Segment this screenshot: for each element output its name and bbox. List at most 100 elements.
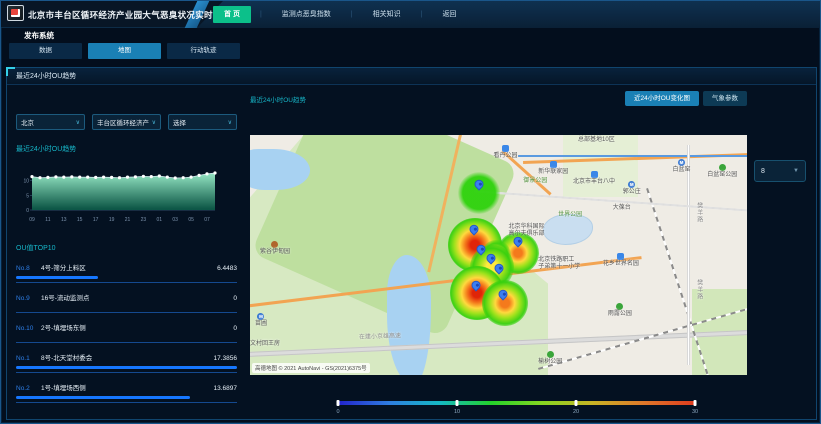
map-panel-header: 最近24小时OU趋势 近24小时OU变化图气象参数 <box>250 91 813 106</box>
top-header: 北京市丰台区循环经济产业园大气恶臭状况实时 首 页 | 监测点恶臭指数 | 相关知识 | 返… <box>1 1 820 28</box>
panel-title: 最近24小时OU趋势 <box>16 71 76 81</box>
app-logo-icon <box>11 9 20 17</box>
map-label: 樊羊路 <box>695 202 702 223</box>
map-poi-icon <box>502 145 509 152</box>
publish-tab-2[interactable]: 地图 <box>88 43 161 59</box>
top-list-divider <box>16 312 237 313</box>
top-list-name: 16号-流动监测点 <box>41 292 233 302</box>
map-poi-icon <box>591 171 598 178</box>
map-label: 大葆台 <box>613 205 631 212</box>
map-canvas[interactable]: 高德地图 © 2021 AutoNavi - GS(2021)6375号 看丹公… <box>250 135 747 375</box>
map-label-text: 苗圃 <box>255 321 267 328</box>
hour-select[interactable]: 8 ▼ <box>754 160 806 182</box>
top-list-item[interactable]: No.18号-北天堂村委会17.3856 <box>16 352 237 373</box>
svg-text:03: 03 <box>172 217 178 223</box>
top-list-item[interactable]: No.84号-筛分上料区6.4483 <box>16 262 237 283</box>
publish-tab-3[interactable]: 行动轨迹 <box>167 43 240 59</box>
map-label-text: 紫谷伊甸园 <box>260 249 290 256</box>
nav-separator: | <box>260 11 262 18</box>
color-scale-tick <box>575 400 578 406</box>
top-list-bar-spacer <box>16 332 237 339</box>
top-list-divider <box>16 342 237 343</box>
map-label-text: 世界公园 <box>558 212 582 218</box>
filter-select-1[interactable]: 北京∨ <box>16 114 85 130</box>
map-poi-icon <box>271 241 278 248</box>
map-view-buttons: 近24小时OU变化图气象参数 <box>625 91 813 106</box>
main-panel: 最近24小时OU趋势 北京∨丰台区循环经济产∨选择∨ 最近24小时OU趋势 05… <box>6 67 817 420</box>
hour-select-value: 8 <box>761 168 765 175</box>
map-label: 北京华科国际 高尔夫俱乐部 <box>508 224 544 238</box>
map-label: 文村回王房 <box>250 341 280 348</box>
map-world-park-pond <box>543 214 593 245</box>
nav-separator: | <box>421 11 423 18</box>
chevron-down-icon: ∨ <box>152 119 156 126</box>
left-sidebar: 北京∨丰台区循环经济产∨选择∨ 最近24小时OU趋势 0510091113151… <box>16 92 237 403</box>
ou-color-scale: 0102030 <box>338 401 695 417</box>
nav-separator: | <box>351 11 353 18</box>
map-label: 北京铁路职工 子弟第十一小学 <box>538 257 580 271</box>
color-scale-tick-label: 30 <box>692 409 698 415</box>
svg-text:01: 01 <box>157 217 163 223</box>
svg-text:21: 21 <box>125 217 131 223</box>
top-list-bar <box>16 276 98 279</box>
map-view-button-2[interactable]: 气象参数 <box>703 91 747 106</box>
top-list-value: 17.3856 <box>214 355 238 362</box>
map-label-text: 在建小京雄高速 <box>359 333 401 340</box>
main-nav: 首 页 | 监测点恶臭指数 | 相关知识 | 返回 <box>213 6 467 23</box>
map-label: M苗圃 <box>255 313 267 328</box>
top-list-value: 0 <box>233 295 237 302</box>
publish-system-label: 发布系统 <box>24 30 54 41</box>
top-list-divider <box>16 282 237 283</box>
map-label-text: 北京铁路职工 子弟第十一小学 <box>538 257 580 270</box>
map-label: 樊羊路 <box>695 279 702 300</box>
top-list-divider <box>16 372 237 373</box>
map-label-text: 樊羊路 <box>696 279 702 300</box>
top-list-name: 1号-填埋场西侧 <box>41 382 214 392</box>
svg-text:19: 19 <box>109 217 115 223</box>
ou-top-list: No.84号-筛分上料区6.4483 No.916号-流动监测点0 No.102号-… <box>16 262 237 403</box>
top-list-item[interactable]: No.102号-填埋场东侧0 <box>16 322 237 343</box>
top-list-rank: No.1 <box>16 355 41 362</box>
top-list-item[interactable]: No.21号-填埋场西侧13.6897 <box>16 382 237 403</box>
trend-section-title: 最近24小时OU趋势 <box>16 144 237 154</box>
map-label: 北京市丰台八中 <box>573 171 615 186</box>
chevron-down-icon: ∨ <box>76 119 80 126</box>
top-list-rank: No.10 <box>16 325 41 332</box>
top-list-item-head: No.18号-北天堂村委会17.3856 <box>16 352 237 362</box>
svg-text:0: 0 <box>26 208 29 214</box>
map-poi-icon <box>616 303 623 310</box>
nav-tab-2[interactable]: 监测点恶臭指数 <box>271 6 342 23</box>
top-list-title: OU值TOP10 <box>16 243 237 253</box>
svg-text:17: 17 <box>93 217 99 223</box>
color-scale-tick-label: 20 <box>573 409 579 415</box>
top-list-item[interactable]: No.916号-流动监测点0 <box>16 292 237 313</box>
metro-station-icon: M <box>257 313 264 320</box>
nav-tab-4[interactable]: 返回 <box>431 6 467 23</box>
chevron-down-icon: ▼ <box>793 168 799 174</box>
filter-selects: 北京∨ 丰台区循环经济产∨ 选择∨ <box>16 114 237 130</box>
filter-select-3[interactable]: 选择∨ <box>168 114 237 130</box>
top-list-bar <box>16 396 190 399</box>
app-title: 北京市丰台区循环经济产业园大气恶臭状况实时 <box>28 9 213 21</box>
filter-select-2[interactable]: 丰台区循环经济产∨ <box>92 114 161 130</box>
publish-tab-1[interactable]: 数据 <box>9 43 82 59</box>
top-list-item-head: No.21号-填埋场西侧13.6897 <box>16 382 237 392</box>
map-panel: 最近24小时OU趋势 近24小时OU变化图气象参数 <box>247 88 813 418</box>
nav-tab-3[interactable]: 相关知识 <box>362 6 412 23</box>
top-list-name: 4号-筛分上料区 <box>41 262 217 272</box>
map-view-button-1[interactable]: 近24小时OU变化图 <box>625 91 699 106</box>
map-poi-icon <box>617 253 624 260</box>
map-label: M白盆窑 <box>672 159 690 174</box>
svg-text:10: 10 <box>23 179 29 185</box>
map-label-text: 白盆窑 <box>672 167 690 174</box>
top-list-divider <box>16 402 237 403</box>
top-list-item-head: No.84号-筛分上料区6.4483 <box>16 262 237 272</box>
metro-station-icon: M <box>628 181 635 188</box>
map-road-fanyang <box>687 145 690 366</box>
nav-tab-1[interactable]: 首 页 <box>213 6 251 23</box>
map-label: 总部基地10区 <box>578 137 615 144</box>
panel-corner-accent <box>6 67 15 76</box>
map-panel-title: 最近24小时OU趋势 <box>250 94 306 104</box>
top-list-value: 13.6897 <box>214 385 238 392</box>
map-label: M郭公庄 <box>623 181 641 196</box>
